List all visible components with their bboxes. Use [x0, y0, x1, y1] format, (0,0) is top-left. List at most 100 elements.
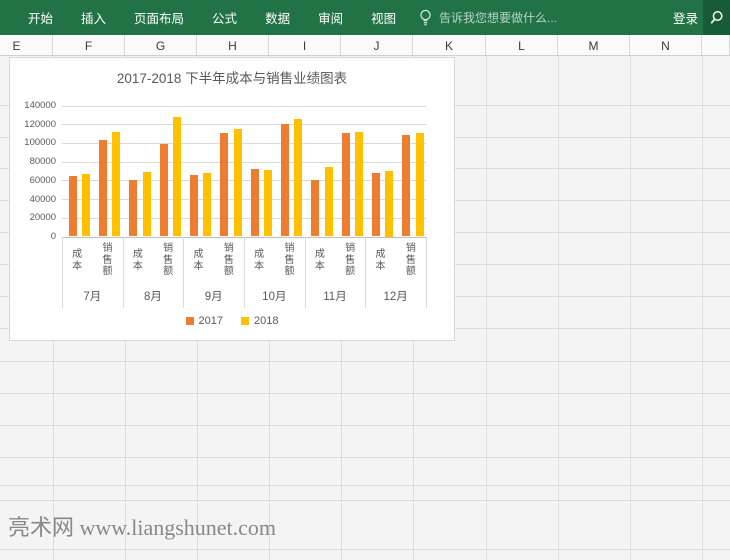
category-label-char: 成: [315, 249, 325, 261]
y-axis-tick-label: 140000: [10, 100, 56, 111]
column-header-F[interactable]: F: [53, 35, 125, 56]
x-axis-month-label: 11月: [305, 285, 366, 307]
bar-2018-m11-sales: [355, 132, 363, 237]
grid-row-line: [0, 500, 730, 501]
bar-2017-m10-sales: [281, 124, 289, 236]
x-axis-month-label: 9月: [183, 285, 244, 307]
bar-2018-m12-sales: [416, 133, 424, 237]
category-label-char: 售: [102, 255, 112, 267]
chart-legend: 2017 2018: [10, 315, 454, 327]
tab-data[interactable]: 数据: [265, 8, 290, 27]
x-axis-category-label: 成本: [62, 239, 92, 283]
bar-2017-m7-cost: [69, 176, 77, 237]
ribbon-tab-bar: 开始 插入 页面布局 公式 数据 审阅 视图: [0, 8, 424, 27]
category-label-char: 本: [254, 261, 264, 273]
x-axis-category-label: 销售额: [335, 239, 365, 283]
y-gridline: [62, 106, 426, 107]
x-axis-category-label: 成本: [365, 239, 395, 283]
bar-2017-m11-sales: [342, 133, 350, 237]
bar-2018-m10-cost: [264, 170, 272, 236]
bar-2017-m11-cost: [311, 180, 319, 236]
bar-2018-m7-cost: [82, 174, 90, 237]
x-axis-category-label: 成本: [183, 239, 213, 283]
tab-page-layout[interactable]: 页面布局: [134, 8, 184, 27]
y-axis-tick-label: 60000: [10, 175, 56, 186]
category-label-char: 成: [193, 249, 203, 261]
legend-label-2018: 2018: [254, 315, 278, 327]
x-axis-category-label: 销售额: [153, 239, 183, 283]
column-header-I[interactable]: I: [269, 35, 341, 56]
bar-2017-m9-cost: [190, 175, 198, 237]
category-label-char: 额: [102, 266, 112, 278]
category-label-char: 售: [224, 255, 234, 267]
grid-row-line: [0, 361, 730, 362]
x-axis-separator: [123, 237, 124, 308]
legend-item-2018: 2018: [241, 315, 278, 327]
category-label-char: 额: [284, 266, 294, 278]
category-label-char: 销: [284, 243, 294, 255]
column-header-E[interactable]: E: [0, 35, 53, 56]
column-header-J[interactable]: J: [341, 35, 413, 56]
tab-review[interactable]: 审阅: [318, 8, 343, 27]
category-label-char: 销: [406, 243, 416, 255]
bar-2017-m12-sales: [402, 135, 410, 236]
category-label-char: 本: [72, 261, 82, 273]
category-label-char: 售: [284, 255, 294, 267]
y-axis-tick-label: 80000: [10, 156, 56, 167]
grid-row-line: [0, 393, 730, 394]
category-label-char: 销: [224, 243, 234, 255]
grid-row-line: [0, 457, 730, 458]
bar-2018-m8-sales: [173, 117, 181, 237]
category-label-char: 本: [375, 261, 385, 273]
category-label-char: 本: [193, 261, 203, 273]
legend-item-2017: 2017: [186, 315, 223, 327]
column-header-G[interactable]: G: [125, 35, 197, 56]
column-header-partial[interactable]: [702, 35, 730, 56]
category-label-char: 额: [163, 266, 173, 278]
x-axis-separator: [305, 237, 306, 308]
bar-2018-m9-sales: [234, 129, 242, 237]
chart-object[interactable]: 2017-2018 下半年成本与销售业绩图表 02000040000600008…: [9, 57, 455, 341]
category-label-char: 额: [224, 266, 234, 278]
y-axis-tick-label: 100000: [10, 137, 56, 148]
category-label-char: 售: [163, 255, 173, 267]
x-axis-month-label: 8月: [123, 285, 184, 307]
legend-swatch-2018: [241, 317, 249, 325]
legend-swatch-2017: [186, 317, 194, 325]
bar-2017-m9-sales: [220, 133, 228, 237]
y-axis-tick-label: 120000: [10, 119, 56, 130]
tab-formulas[interactable]: 公式: [212, 8, 237, 27]
column-header-N[interactable]: N: [630, 35, 702, 56]
column-header-row: EFGHIJKLMN: [0, 35, 730, 56]
category-label-char: 售: [345, 255, 355, 267]
bar-2018-m9-cost: [203, 173, 211, 237]
column-header-H[interactable]: H: [197, 35, 269, 56]
category-label-char: 成: [72, 249, 82, 261]
x-axis-category-label: 销售额: [396, 239, 426, 283]
x-axis-separator: [244, 237, 245, 308]
x-axis-category-label: 销售额: [92, 239, 122, 283]
tab-insert[interactable]: 插入: [81, 8, 106, 27]
tell-me-placeholder: 告诉我您想要做什么...: [439, 9, 557, 26]
y-axis-tick-label: 20000: [10, 212, 56, 223]
watermark-text: 亮术网 www.liangshunet.com: [8, 510, 276, 542]
bar-2017-m10-cost: [251, 169, 259, 236]
x-axis-month-label: 7月: [62, 285, 123, 307]
tab-view[interactable]: 视图: [371, 8, 396, 27]
tell-me-search[interactable]: 告诉我您想要做什么...: [419, 0, 557, 35]
category-label-char: 额: [406, 266, 416, 278]
column-header-L[interactable]: L: [486, 35, 558, 56]
bar-2018-m10-sales: [294, 119, 302, 237]
bar-2017-m12-cost: [372, 173, 380, 237]
search-button[interactable]: [703, 0, 730, 35]
login-button[interactable]: 登录: [673, 0, 698, 35]
tab-home[interactable]: 开始: [28, 8, 53, 27]
y-axis-tick-label: 0: [10, 231, 56, 242]
column-header-M[interactable]: M: [558, 35, 630, 56]
x-axis-month-label: 12月: [365, 285, 426, 307]
y-axis-tick-label: 40000: [10, 194, 56, 205]
x-axis-separator: [62, 237, 63, 308]
x-axis-separator: [426, 237, 427, 308]
column-header-K[interactable]: K: [413, 35, 486, 56]
grid-row-line: [0, 549, 730, 550]
